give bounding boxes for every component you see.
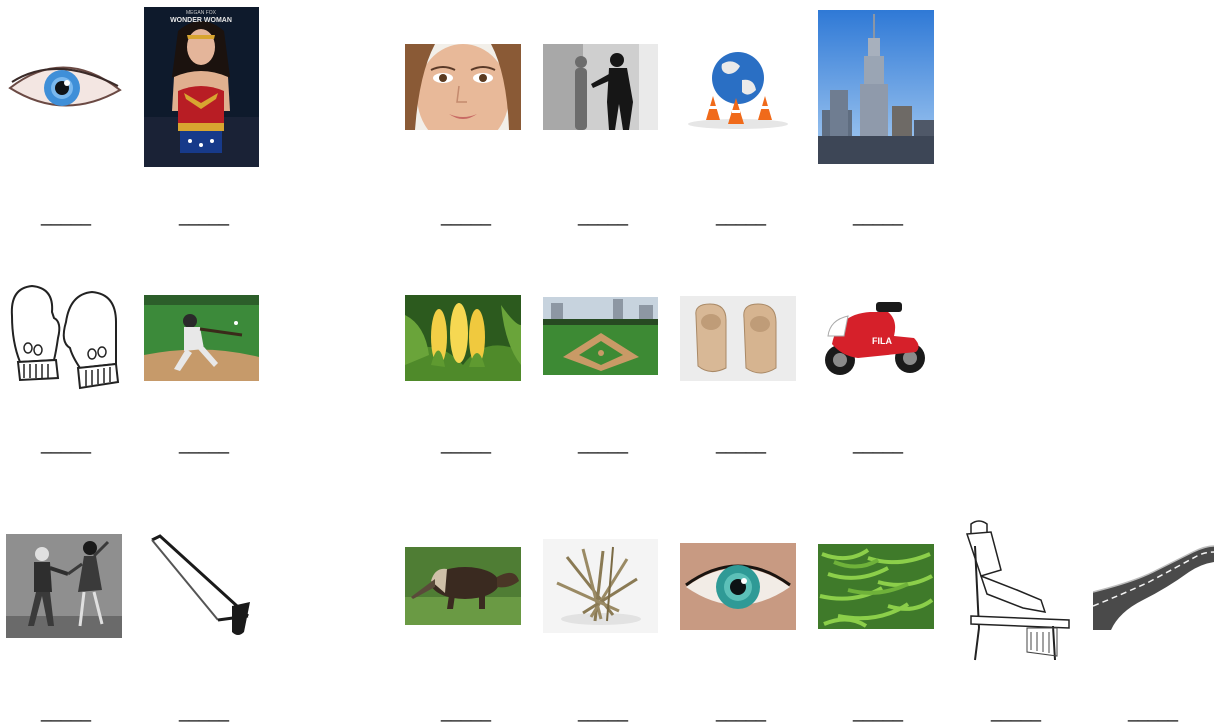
answer-blank[interactable]: _____ bbox=[179, 702, 229, 722]
answer-blank[interactable]: _____ bbox=[716, 702, 766, 722]
motorcycle-icon: FILA bbox=[818, 296, 934, 381]
answer-blank[interactable]: _____ bbox=[41, 702, 91, 722]
answer-blank[interactable]: _____ bbox=[441, 434, 491, 454]
carpenter-sawing-icon bbox=[957, 516, 1073, 662]
eye-icon bbox=[6, 52, 122, 120]
answer-blank[interactable]: _____ bbox=[179, 206, 229, 226]
clogs-icon bbox=[680, 296, 796, 381]
motorcycle-decal: FILA bbox=[872, 336, 892, 346]
answer-blank[interactable]: _____ bbox=[853, 702, 903, 722]
corn-icon bbox=[405, 295, 521, 381]
answer-blank[interactable]: _____ bbox=[853, 434, 903, 454]
hacksaw-icon bbox=[144, 532, 259, 646]
answer-blank[interactable]: _____ bbox=[441, 206, 491, 226]
green-beans-icon bbox=[818, 544, 934, 629]
baseball-batter-icon bbox=[144, 295, 259, 381]
answer-blank[interactable]: _____ bbox=[441, 702, 491, 722]
mittens-icon bbox=[6, 282, 122, 394]
answer-blank[interactable]: _____ bbox=[578, 434, 628, 454]
skyscraper-icon bbox=[818, 10, 934, 164]
answer-blank[interactable]: _____ bbox=[853, 206, 903, 226]
answer-blank[interactable]: _____ bbox=[991, 702, 1041, 722]
green-eye-icon bbox=[680, 543, 796, 630]
answer-blank[interactable]: _____ bbox=[578, 702, 628, 722]
anteater-icon bbox=[405, 547, 521, 625]
answer-blank[interactable]: _____ bbox=[41, 434, 91, 454]
answer-blank[interactable]: _____ bbox=[716, 206, 766, 226]
road-icon bbox=[1093, 542, 1214, 630]
baseball-field-icon bbox=[543, 297, 658, 375]
answer-blank[interactable]: _____ bbox=[41, 206, 91, 226]
answer-blank[interactable]: _____ bbox=[179, 434, 229, 454]
wonder-woman-poster-icon: MEGAN FOX WONDER WOMAN bbox=[144, 7, 259, 167]
answer-blank[interactable]: _____ bbox=[1128, 702, 1178, 722]
globe-cones-icon bbox=[680, 44, 796, 130]
sticks-icon bbox=[543, 539, 658, 633]
shadow-figures-icon bbox=[543, 44, 658, 130]
poster-title: WONDER WOMAN bbox=[170, 17, 232, 24]
dancing-couple-icon bbox=[6, 534, 122, 638]
answer-blank[interactable]: _____ bbox=[578, 206, 628, 226]
poster-actor-name: MEGAN FOX bbox=[186, 10, 217, 16]
woman-face-icon bbox=[405, 44, 521, 130]
answer-blank[interactable]: _____ bbox=[716, 434, 766, 454]
